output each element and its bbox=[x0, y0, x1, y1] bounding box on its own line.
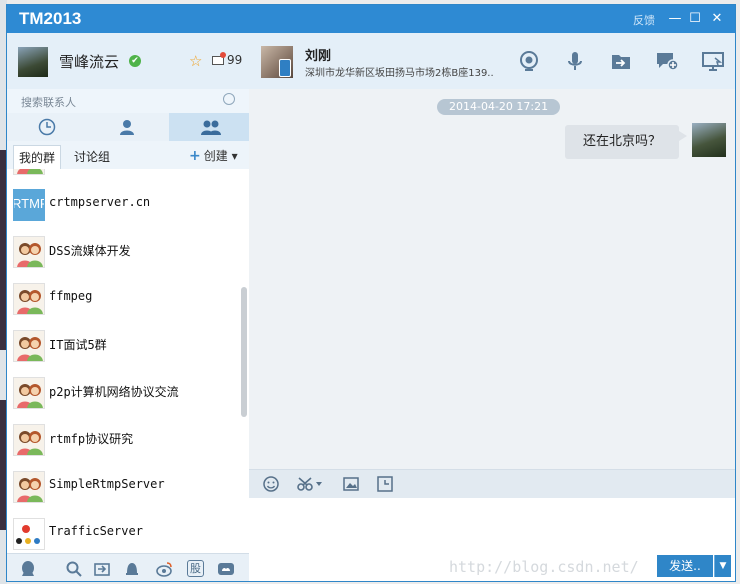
group-name: rtmfp协议研究 bbox=[49, 432, 134, 446]
im-window: TM2013 反馈 — ☐ ✕ 雪峰流云 ✔ ☆ 99 搜索联系人 我的群 讨论… bbox=[6, 4, 736, 582]
remote-desktop-icon[interactable] bbox=[701, 49, 725, 73]
group-avatar-icon bbox=[13, 330, 45, 362]
sent-message-bubble[interactable]: 还在北京吗？ bbox=[565, 125, 687, 159]
rtmp-logo-icon: RTMP bbox=[13, 189, 45, 221]
title-bar[interactable]: TM2013 反馈 — ☐ ✕ bbox=[7, 5, 735, 33]
search-icon[interactable] bbox=[223, 93, 235, 105]
list-item[interactable]: IT面试5群 bbox=[7, 322, 239, 368]
add-discussion-icon[interactable] bbox=[655, 49, 679, 73]
contact-panel: 雪峰流云 ✔ ☆ 99 搜索联系人 我的群 讨论组 + 创建 ▾ RTM crt… bbox=[7, 33, 250, 581]
trafficserver-logo-icon bbox=[13, 518, 45, 550]
chat-panel: 刘刚 深圳市龙华新区坂田扬马市场2栋B座139.. 2014-04-20 17:… bbox=[249, 33, 735, 581]
close-button[interactable]: ✕ bbox=[709, 11, 725, 27]
tab-recent[interactable] bbox=[7, 113, 87, 141]
group-list: RTMP crtmpserver.cn DSS流媒体开发 ffmpeg IT面 bbox=[7, 169, 249, 553]
minimize-button[interactable]: — bbox=[667, 11, 683, 27]
contact-tabs bbox=[7, 113, 249, 142]
tab-groups[interactable] bbox=[169, 113, 249, 141]
maximize-button[interactable]: ☐ bbox=[687, 11, 703, 27]
online-status-icon[interactable]: ✔ bbox=[129, 55, 141, 67]
watermark-text: http://blog.csdn.net/ bbox=[449, 558, 639, 576]
plus-icon: + bbox=[189, 148, 201, 164]
star-icon[interactable]: ☆ bbox=[189, 52, 202, 70]
message-input[interactable] bbox=[255, 502, 729, 550]
message-compose-area: http://blog.csdn.net/ 发送.. ▼ bbox=[249, 498, 735, 581]
group-avatar-icon bbox=[13, 424, 45, 456]
list-item[interactable]: SimpleRtmpServer bbox=[7, 463, 239, 509]
input-toolbar bbox=[249, 469, 735, 498]
group-avatar-icon bbox=[13, 377, 45, 409]
group-name: crtmpserver.cn bbox=[49, 195, 151, 209]
group-avatar-icon bbox=[13, 283, 45, 315]
cloud-icon[interactable] bbox=[217, 560, 235, 578]
create-group-button[interactable]: + 创建 ▾ bbox=[189, 147, 238, 164]
tab-my-groups[interactable]: 我的群 bbox=[13, 145, 62, 169]
group-name: IT面试5群 bbox=[49, 338, 107, 352]
person-icon bbox=[120, 120, 134, 135]
group-people-icon bbox=[201, 120, 221, 135]
group-name: SimpleRtmpServer bbox=[49, 477, 165, 491]
emoji-icon[interactable] bbox=[263, 476, 279, 492]
list-item[interactable]: TrafficServer bbox=[7, 510, 239, 553]
file-transfer-icon[interactable] bbox=[93, 560, 111, 578]
notification-dot-icon bbox=[220, 52, 226, 58]
microphone-icon[interactable] bbox=[563, 49, 587, 73]
self-avatar[interactable] bbox=[18, 47, 48, 77]
stock-icon[interactable]: 股 bbox=[187, 560, 204, 577]
group-avatar-icon bbox=[13, 169, 45, 175]
tab-discussion-groups[interactable]: 讨论组 bbox=[69, 145, 115, 169]
list-item[interactable]: rtmfp协议研究 bbox=[7, 416, 239, 462]
search-bar bbox=[7, 89, 249, 114]
search-input[interactable] bbox=[19, 92, 223, 112]
profile-header: 雪峰流云 ✔ ☆ 99 bbox=[7, 33, 249, 89]
group-name: ffmpeg bbox=[49, 289, 93, 303]
list-item[interactable]: p2p计算机网络协议交流 bbox=[7, 369, 239, 415]
bell-icon[interactable] bbox=[123, 560, 141, 578]
main-menu-bar: 股 bbox=[7, 553, 249, 581]
peer-signature: 深圳市龙华新区坂田扬马市场2栋B座139.. bbox=[305, 68, 494, 79]
send-button[interactable]: 发送.. bbox=[657, 555, 713, 577]
group-name: p2p计算机网络协议交流 bbox=[49, 385, 179, 399]
self-avatar-in-chat[interactable] bbox=[692, 123, 726, 157]
list-item[interactable]: RTMP crtmpserver.cn bbox=[7, 181, 239, 227]
group-avatar-icon bbox=[13, 471, 45, 503]
message-count[interactable]: 99 bbox=[227, 53, 242, 67]
send-options-dropdown[interactable]: ▼ bbox=[714, 555, 731, 577]
create-label: 创建 bbox=[203, 149, 228, 163]
image-icon[interactable] bbox=[343, 476, 359, 492]
tab-friends[interactable] bbox=[87, 113, 167, 141]
message-history[interactable]: 2014-04-20 17:21 还在北京吗？ bbox=[249, 89, 735, 469]
group-name: TrafficServer bbox=[49, 524, 143, 538]
feedback-link[interactable]: 反馈 bbox=[633, 12, 655, 28]
search-icon[interactable] bbox=[65, 560, 83, 578]
chat-header: 刘刚 深圳市龙华新区坂田扬马市场2栋B座139.. bbox=[249, 33, 735, 89]
group-subtabs: 我的群 讨论组 + 创建 ▾ bbox=[7, 141, 249, 170]
weibo-icon[interactable] bbox=[155, 560, 173, 578]
mobile-phone-icon bbox=[279, 59, 291, 77]
group-list-scrollbar[interactable] bbox=[241, 169, 247, 553]
video-call-icon[interactable] bbox=[517, 49, 541, 73]
list-item[interactable]: ffmpeg bbox=[7, 275, 239, 321]
self-name[interactable]: 雪峰流云 bbox=[59, 51, 119, 72]
send-file-icon[interactable] bbox=[609, 49, 633, 73]
clock-icon bbox=[38, 118, 56, 136]
list-item[interactable]: DSS流媒体开发 bbox=[7, 228, 239, 274]
list-item[interactable] bbox=[7, 169, 239, 181]
message-timestamp: 2014-04-20 17:21 bbox=[437, 99, 561, 115]
group-avatar-icon bbox=[13, 236, 45, 268]
peer-name[interactable]: 刘刚 bbox=[305, 45, 331, 64]
qq-penguin-icon[interactable] bbox=[19, 560, 37, 578]
group-name: DSS流媒体开发 bbox=[49, 244, 131, 258]
app-title: TM2013 bbox=[19, 9, 82, 28]
message-history-icon[interactable] bbox=[377, 476, 393, 492]
screenshot-scissors-icon[interactable] bbox=[297, 476, 323, 492]
scrollbar-thumb[interactable] bbox=[241, 287, 247, 417]
